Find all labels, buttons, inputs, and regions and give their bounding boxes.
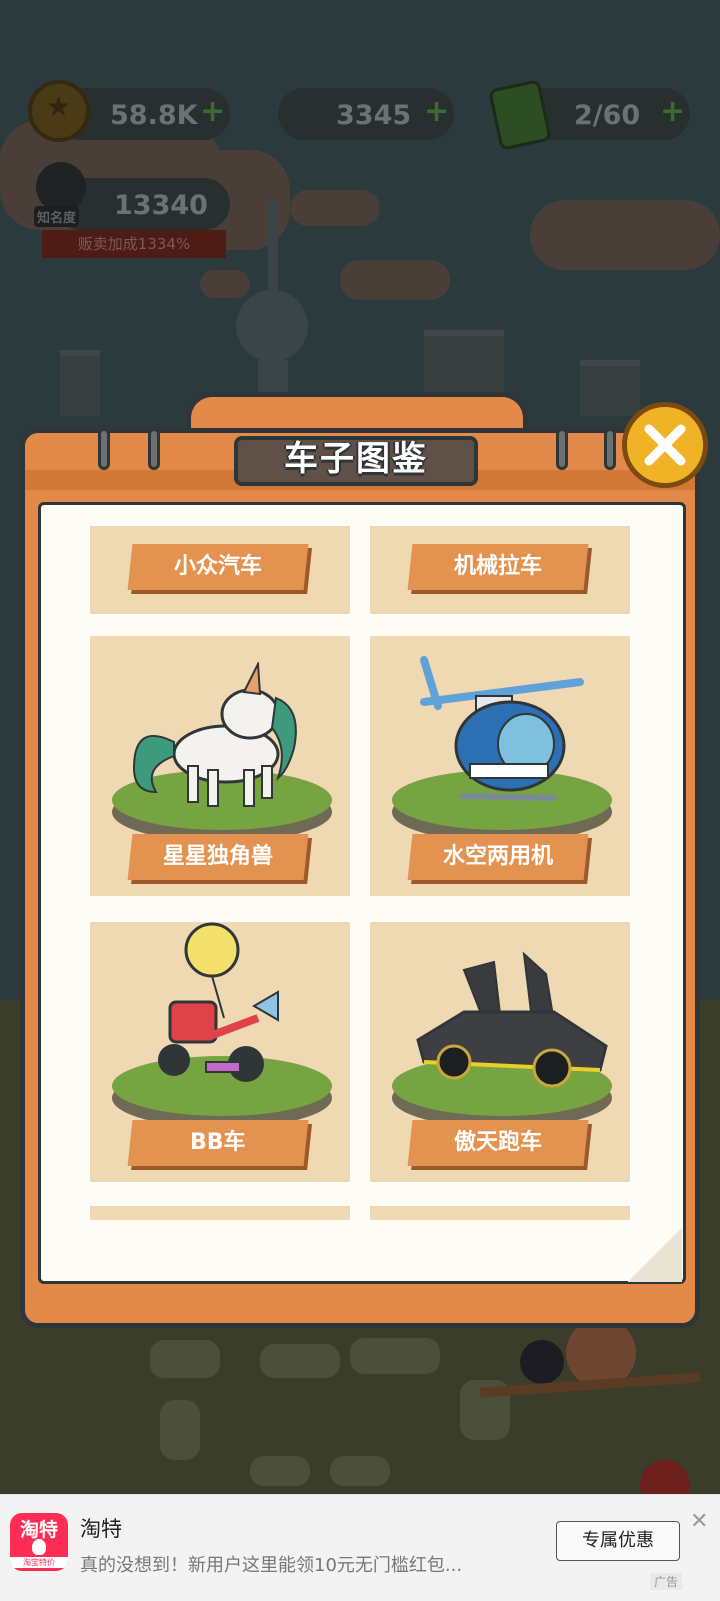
card-label: 小众汽车 <box>127 544 309 590</box>
path-stone <box>150 1340 220 1378</box>
exclusive-offer-button[interactable]: 专属优惠 <box>556 1521 680 1561</box>
close-button[interactable] <box>622 402 708 488</box>
path-stone <box>250 1456 310 1486</box>
ad-banner[interactable]: 淘特 淘宝特价 淘特 真的没想到！新用户这里能领10元无门槛红包... 专属优惠… <box>0 1494 720 1601</box>
cloud <box>290 190 380 226</box>
card-label: 傲天跑车 <box>407 1120 589 1166</box>
tower-ball <box>236 290 308 362</box>
binder-ring <box>98 428 110 470</box>
diamond-count: 3345 <box>336 100 412 131</box>
unicorn-icon <box>132 662 297 807</box>
binder-ring <box>604 428 616 470</box>
coin-icon <box>28 80 90 142</box>
bunny-icon <box>32 1539 46 1555</box>
path-stone <box>260 1344 340 1378</box>
add-diamonds-button[interactable]: + <box>424 97 449 127</box>
path-stone <box>330 1456 390 1486</box>
cloud <box>340 260 450 300</box>
panel-title: 车子图鉴 <box>284 439 428 479</box>
ad-description: 真的没想到！新用户这里能领10元无门槛红包... <box>80 1555 463 1576</box>
codex-card[interactable]: 小众汽车 <box>90 526 350 614</box>
cloud <box>530 200 720 270</box>
ad-title: 淘特 <box>80 1517 122 1541</box>
card-label: BB车 <box>127 1120 309 1166</box>
card-label: 机械拉车 <box>407 544 589 590</box>
close-icon <box>644 424 686 466</box>
codex-card[interactable]: 机械拉车 <box>370 526 630 614</box>
coin-count: 58.8K <box>110 100 198 131</box>
avatar-icon <box>36 162 86 212</box>
cloud <box>200 270 250 298</box>
fame-value: 13340 <box>114 190 208 221</box>
fame-label: 知名度 <box>34 206 80 227</box>
path-stone <box>160 1400 200 1460</box>
sell-bonus-ribbon: 贩卖加成1334% <box>42 230 226 258</box>
codex-card[interactable]: BB车 <box>90 922 350 1182</box>
codex-card[interactable]: 傲天跑车 <box>370 922 630 1182</box>
add-coins-button[interactable]: + <box>200 97 225 127</box>
ad-mark: 广告 <box>650 1573 683 1590</box>
sports-car-icon <box>416 951 608 1088</box>
building <box>580 360 640 416</box>
card-label: 水空两用机 <box>407 834 589 880</box>
codex-card[interactable] <box>90 1206 350 1220</box>
black-cat <box>520 1340 564 1384</box>
binder-ring <box>556 428 568 470</box>
tricycle-icon <box>158 922 279 1082</box>
codex-card[interactable] <box>370 1206 630 1220</box>
building <box>60 350 100 416</box>
binder-ring <box>148 428 160 470</box>
ad-close-icon[interactable]: ✕ <box>690 1509 708 1534</box>
codex-card[interactable]: 星星独角兽 <box>90 636 350 896</box>
card-label: 星星独角兽 <box>127 834 309 880</box>
taote-logo: 淘特 淘宝特价 <box>10 1513 68 1571</box>
helicopter-icon <box>420 656 584 801</box>
path-stone <box>350 1338 440 1374</box>
codex-card[interactable]: 水空两用机 <box>370 636 630 896</box>
energy-count: 2/60 <box>574 100 641 131</box>
codex-grid[interactable]: 小众汽车 机械拉车 星星独角兽 水空两用机 BB车 傲天跑车 <box>62 526 658 1220</box>
add-energy-button[interactable]: + <box>660 97 685 127</box>
paper-fold <box>628 1228 682 1282</box>
